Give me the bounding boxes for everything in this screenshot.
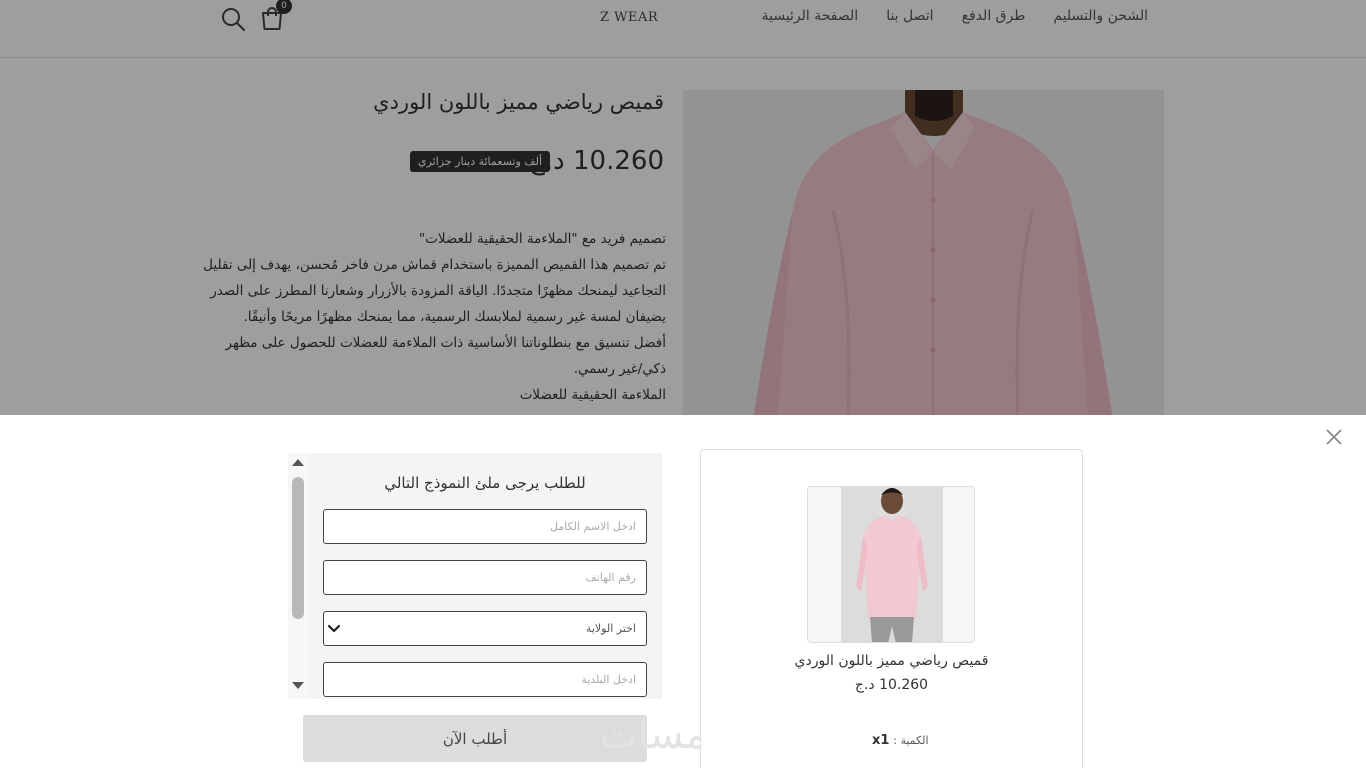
quantity-value: x1 bbox=[872, 733, 890, 748]
close-icon[interactable] bbox=[1324, 427, 1344, 447]
cart-item-thumbnail bbox=[807, 486, 975, 643]
scroll-down-arrow-icon[interactable] bbox=[292, 682, 304, 689]
quantity-label: الكمية : bbox=[893, 734, 929, 747]
city-input[interactable] bbox=[323, 662, 647, 697]
scroll-up-arrow-icon[interactable] bbox=[292, 459, 304, 466]
cart-item-name: قميص رياضي مميز باللون الوردي bbox=[794, 653, 989, 669]
phone-input[interactable] bbox=[323, 560, 647, 595]
cart-item-quantity: الكمية : x1 bbox=[866, 733, 929, 748]
state-select-value: اختر الولاية bbox=[585, 622, 636, 635]
cart-item-price: 10.260 د.ج bbox=[854, 677, 929, 693]
order-now-button[interactable]: أطلب الآن bbox=[303, 715, 647, 762]
order-form-title: للطلب يرجى ملئ النموذج التالي bbox=[384, 474, 586, 492]
full-name-input[interactable] bbox=[323, 509, 647, 544]
scrollbar-thumb[interactable] bbox=[292, 477, 304, 619]
state-select[interactable]: اختر الولاية bbox=[323, 611, 647, 646]
modal-backdrop[interactable] bbox=[0, 0, 1366, 415]
